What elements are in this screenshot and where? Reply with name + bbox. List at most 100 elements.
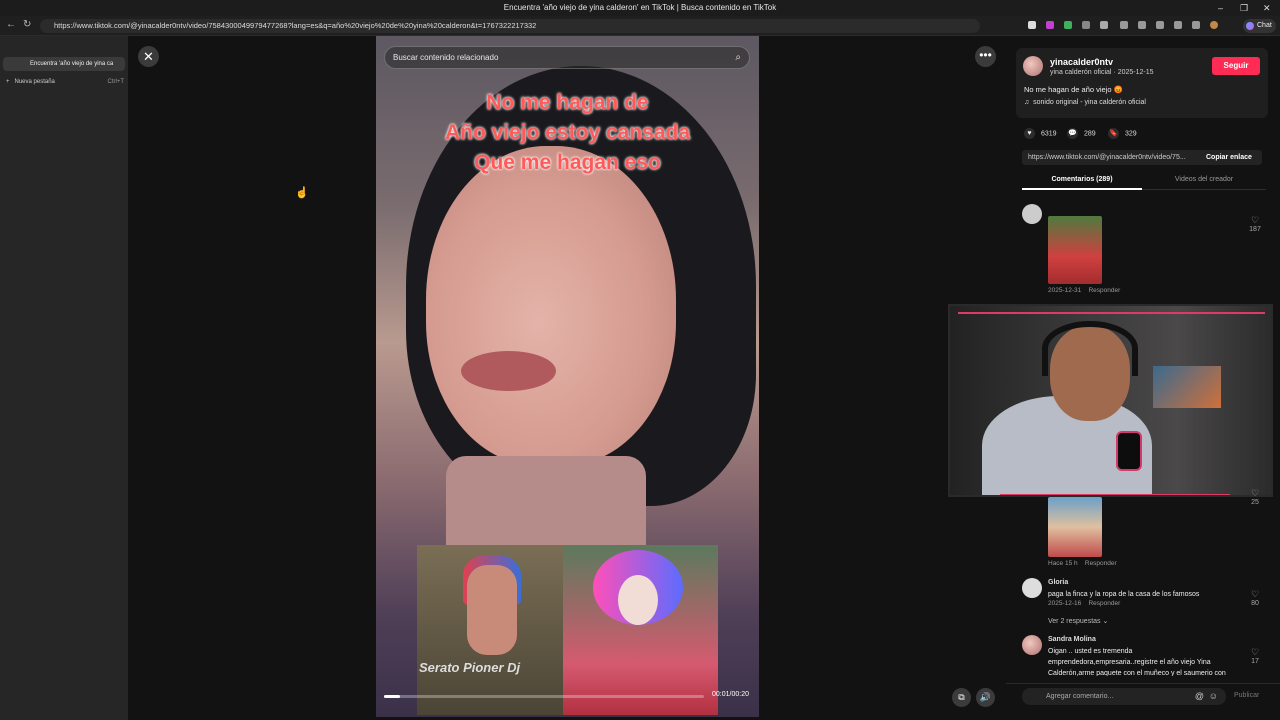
avatar[interactable] — [1023, 56, 1043, 76]
tab-active[interactable]: Encuentra 'año viejo de yina ca — [3, 57, 125, 71]
extension-icon[interactable] — [1120, 21, 1128, 29]
window-close-button[interactable]: ✕ — [1263, 0, 1271, 16]
extension-icon[interactable] — [1082, 21, 1090, 29]
music-icon: ♫ — [1024, 99, 1030, 106]
copy-link-button[interactable]: Copiar enlace — [1206, 150, 1252, 165]
comment-author[interactable]: Sandra Molina — [1048, 636, 1096, 643]
comment-count: 289 — [1084, 130, 1096, 138]
video-caption: No me hagan de Año viejo estoy cansada Q… — [376, 88, 759, 178]
heart-icon: ♡ — [1250, 647, 1260, 657]
comment-stat[interactable]: 💬 289 — [1067, 128, 1096, 139]
webcam-overlay — [948, 304, 1273, 497]
extension-icon[interactable] — [1028, 21, 1036, 29]
address-bar-row: ← ↻ https://www.tiktok.com/@yinacalder0n… — [0, 16, 1280, 36]
like-stat[interactable]: ♥ 6319 — [1024, 128, 1057, 139]
history-icon[interactable] — [1156, 21, 1164, 29]
tab-comments[interactable]: Comentarios (289) — [1022, 176, 1142, 190]
reload-icon[interactable]: ↻ — [23, 19, 31, 30]
post-button[interactable]: Publicar — [1234, 692, 1259, 699]
comment-text: Oigan .. usted es tremenda emprendedora,… — [1048, 648, 1226, 676]
avatar[interactable] — [1022, 635, 1042, 655]
inset-image-right — [563, 545, 718, 715]
inset-image-left: Serato Pioner Dj — [417, 545, 563, 715]
music-label: sonido original - yina calderón oficial — [1033, 99, 1146, 106]
save-stat[interactable]: 🔖 329 — [1108, 128, 1137, 139]
reply-link[interactable]: Responder — [1088, 600, 1120, 607]
comment-like[interactable]: ♡ 187 — [1247, 215, 1263, 233]
comment-placeholder: Agregar comentario... — [1046, 693, 1114, 700]
comment-like-count: 187 — [1249, 226, 1261, 233]
inset-text: Serato Pioner Dj — [419, 660, 521, 675]
avatar[interactable] — [1022, 578, 1042, 598]
window-title: Encuentra 'año viejo de yina calderon' e… — [503, 3, 777, 12]
follow-button[interactable]: Seguir — [1212, 57, 1260, 75]
maximize-button[interactable]: ❐ — [1240, 0, 1248, 16]
favorites-icon[interactable] — [1138, 21, 1146, 29]
comment-author[interactable]: Gloria — [1048, 579, 1068, 586]
related-search-input[interactable]: Buscar contenido relacionado ⌕ — [384, 46, 750, 69]
timecode: 00:01/00:20 — [712, 691, 749, 698]
music-row[interactable]: ♫ sonido original - yina calderón oficia… — [1024, 99, 1146, 106]
minimize-button[interactable]: – — [1218, 0, 1223, 16]
reply-link[interactable]: Responder — [1088, 287, 1120, 294]
url-field[interactable]: https://www.tiktok.com/@yinacalder0ntv/v… — [40, 19, 980, 33]
reply-link[interactable]: Responder — [1085, 560, 1117, 567]
comment-meta: 2025-12-31 Responder — [1048, 287, 1120, 294]
volume-icon[interactable]: 🔊 — [976, 688, 995, 707]
new-tab-button[interactable]: + Nueva pestaña Ctrl+T — [6, 79, 124, 85]
comment-input[interactable]: Agregar comentario... @ ☺ — [1022, 688, 1226, 705]
comment-like-count: 80 — [1251, 600, 1259, 607]
headphones-icon — [1042, 321, 1138, 376]
pip-icon[interactable]: ⧉ — [952, 688, 971, 707]
save-count: 329 — [1125, 130, 1137, 138]
new-tab-label: Nueva pestaña — [14, 79, 55, 85]
collections-icon[interactable] — [1192, 21, 1200, 29]
comment-date: 2025-12-31 — [1048, 287, 1082, 294]
search-icon[interactable]: ⌕ — [735, 47, 741, 68]
comment-like-count: 17 — [1251, 658, 1259, 665]
comment-image[interactable] — [1048, 497, 1102, 557]
inset-figure — [467, 565, 517, 655]
comment-like-count: 25 — [1251, 499, 1259, 506]
extension-icon[interactable] — [1064, 21, 1072, 29]
comment-like[interactable]: ♡ 25 — [1247, 488, 1263, 506]
more-options-icon[interactable]: ••• — [975, 46, 996, 67]
caption-line: Año viejo estoy cansada — [444, 121, 691, 144]
close-icon[interactable]: ✕ — [138, 46, 159, 67]
profile-avatar-icon[interactable] — [1210, 21, 1218, 29]
view-replies-link[interactable]: Ver 2 respuestas ⌄ — [1048, 617, 1108, 625]
mention-icon[interactable]: @ — [1195, 688, 1204, 705]
emoji-icon[interactable]: ☺ — [1209, 688, 1218, 705]
progress-fill — [384, 695, 400, 698]
video-player[interactable]: Buscar contenido relacionado ⌕ No me hag… — [376, 36, 759, 717]
video-frame-face — [426, 146, 676, 466]
video-progress-bar[interactable] — [384, 695, 704, 698]
comment-image[interactable] — [1048, 216, 1102, 284]
heart-icon: ♥ — [1024, 128, 1035, 139]
comment-meta: 2025-12-16 Responder — [1048, 600, 1120, 607]
extension-icon[interactable] — [1046, 21, 1054, 29]
avatar[interactable] — [1022, 204, 1042, 224]
back-icon[interactable]: ← — [6, 19, 16, 30]
video-frame-lips — [461, 351, 556, 391]
overlay-frame-top — [958, 312, 1265, 314]
post-date: 2025-12-15 — [1117, 69, 1154, 76]
chat-button[interactable]: Chat — [1243, 19, 1276, 33]
tab-creator-videos[interactable]: Videos del creador — [1144, 176, 1264, 183]
comment-like[interactable]: ♡ 80 — [1247, 589, 1263, 607]
heart-icon: ♡ — [1250, 488, 1260, 498]
comment-date: Hace 15 h — [1048, 560, 1078, 567]
bookmark-icon: 🔖 — [1108, 128, 1119, 139]
copilot-icon — [1246, 22, 1254, 30]
webcam-tv — [1153, 366, 1221, 408]
comment-like[interactable]: ♡ 17 — [1247, 647, 1263, 665]
overlay-frame-bottom — [1000, 494, 1230, 495]
mouse-cursor-icon: ☝ — [295, 187, 309, 199]
panel-tabs: Comentarios (289) Videos del creador — [1022, 176, 1266, 190]
download-icon[interactable] — [1174, 21, 1182, 29]
username[interactable]: yinacalder0ntv — [1050, 57, 1113, 67]
new-tab-shortcut: Ctrl+T — [107, 79, 125, 85]
caption-line: Que me hagan eso — [474, 151, 661, 174]
comment-icon: 💬 — [1067, 128, 1078, 139]
extension-icon[interactable] — [1100, 21, 1108, 29]
